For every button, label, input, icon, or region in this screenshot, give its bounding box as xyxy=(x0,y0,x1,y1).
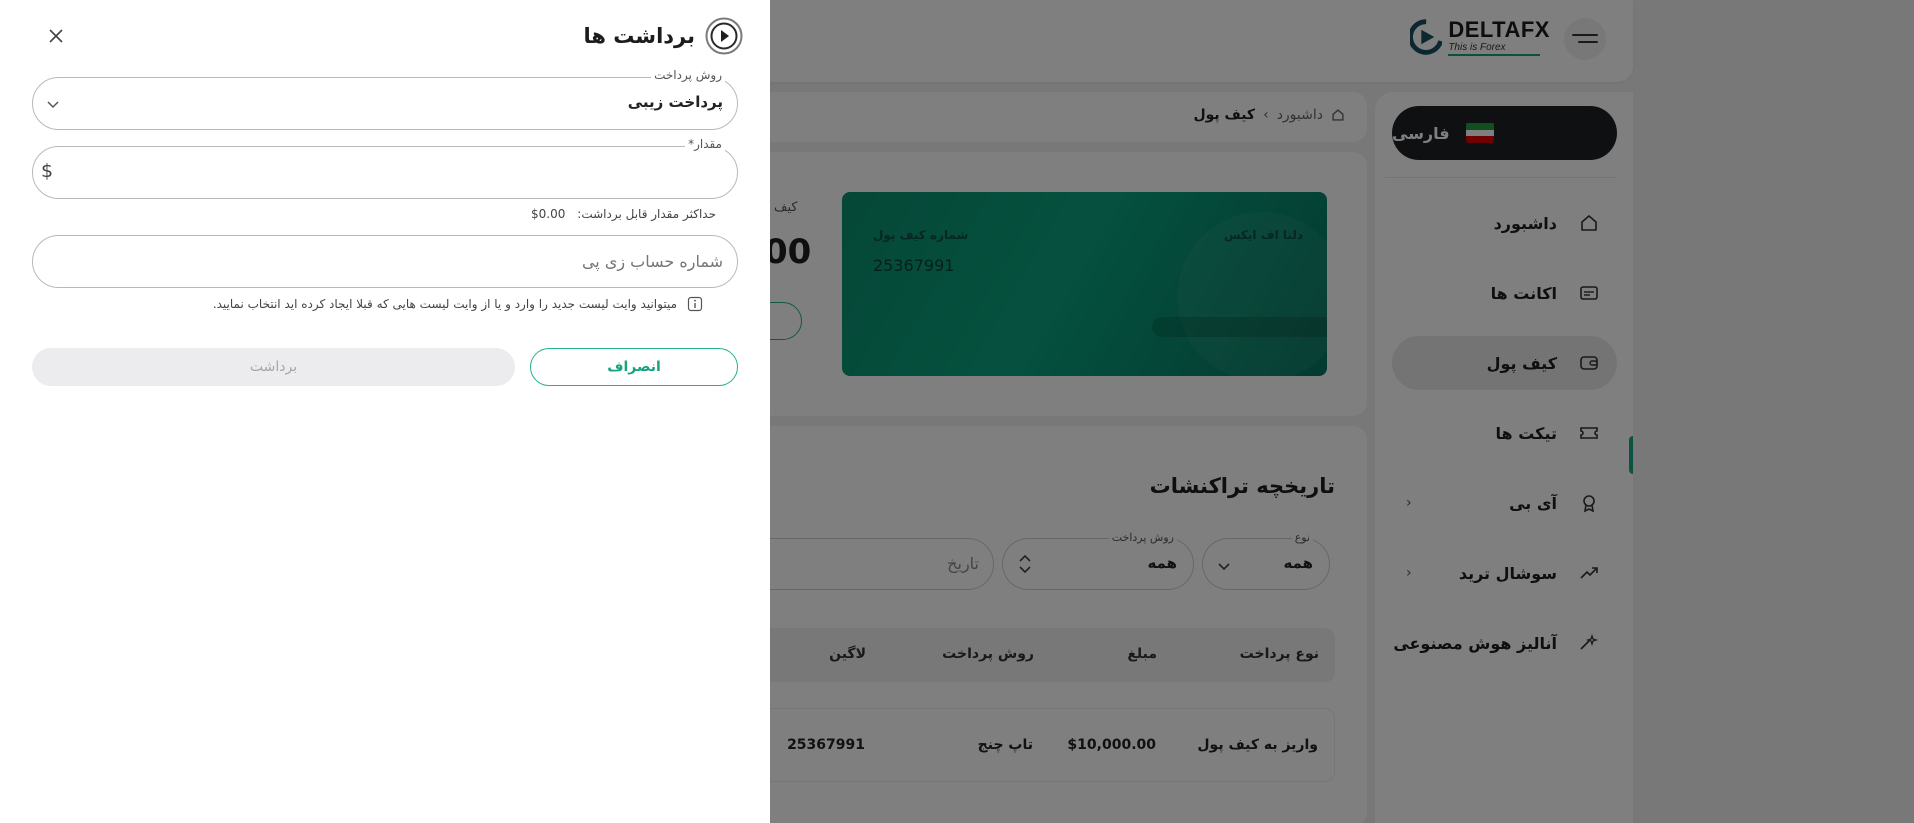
payment-method-value: پرداخت زیبی xyxy=(627,93,723,111)
payment-method-select[interactable]: روش پرداخت پرداخت زیبی xyxy=(32,68,738,130)
drawer-title: برداشت ها xyxy=(583,24,695,48)
whitelist-hint-text: میتوانید وایت لیست جدید را وارد و یا از … xyxy=(212,297,677,311)
cancel-button[interactable]: انصراف xyxy=(530,348,738,386)
drawer-header: برداشت ها xyxy=(583,17,743,55)
withdraw-drawer: برداشت ها روش پرداخت پرداخت زیبی *مقدار … xyxy=(0,0,770,823)
max-withdrawal-label: حداکثر مقدار قابل برداشت: xyxy=(577,207,716,221)
chevron-down-icon xyxy=(47,101,59,109)
withdraw-button[interactable]: برداشت xyxy=(32,348,515,386)
whitelist-hint: میتوانید وایت لیست جدید را وارد و یا از … xyxy=(213,296,703,312)
info-icon xyxy=(687,296,703,312)
account-number-field[interactable] xyxy=(32,235,738,288)
amount-field[interactable]: *مقدار $ xyxy=(32,137,738,199)
close-button[interactable] xyxy=(44,24,68,48)
max-withdrawal-value: $0.00 xyxy=(531,207,566,221)
amount-input[interactable] xyxy=(33,147,737,198)
account-number-input[interactable] xyxy=(33,236,737,287)
play-circle-icon[interactable] xyxy=(705,17,743,55)
close-icon xyxy=(49,29,63,43)
payment-method-label: روش پرداخت xyxy=(651,68,725,82)
max-withdrawal-row: $0.00 حداکثر مقدار قابل برداشت: xyxy=(531,207,716,221)
